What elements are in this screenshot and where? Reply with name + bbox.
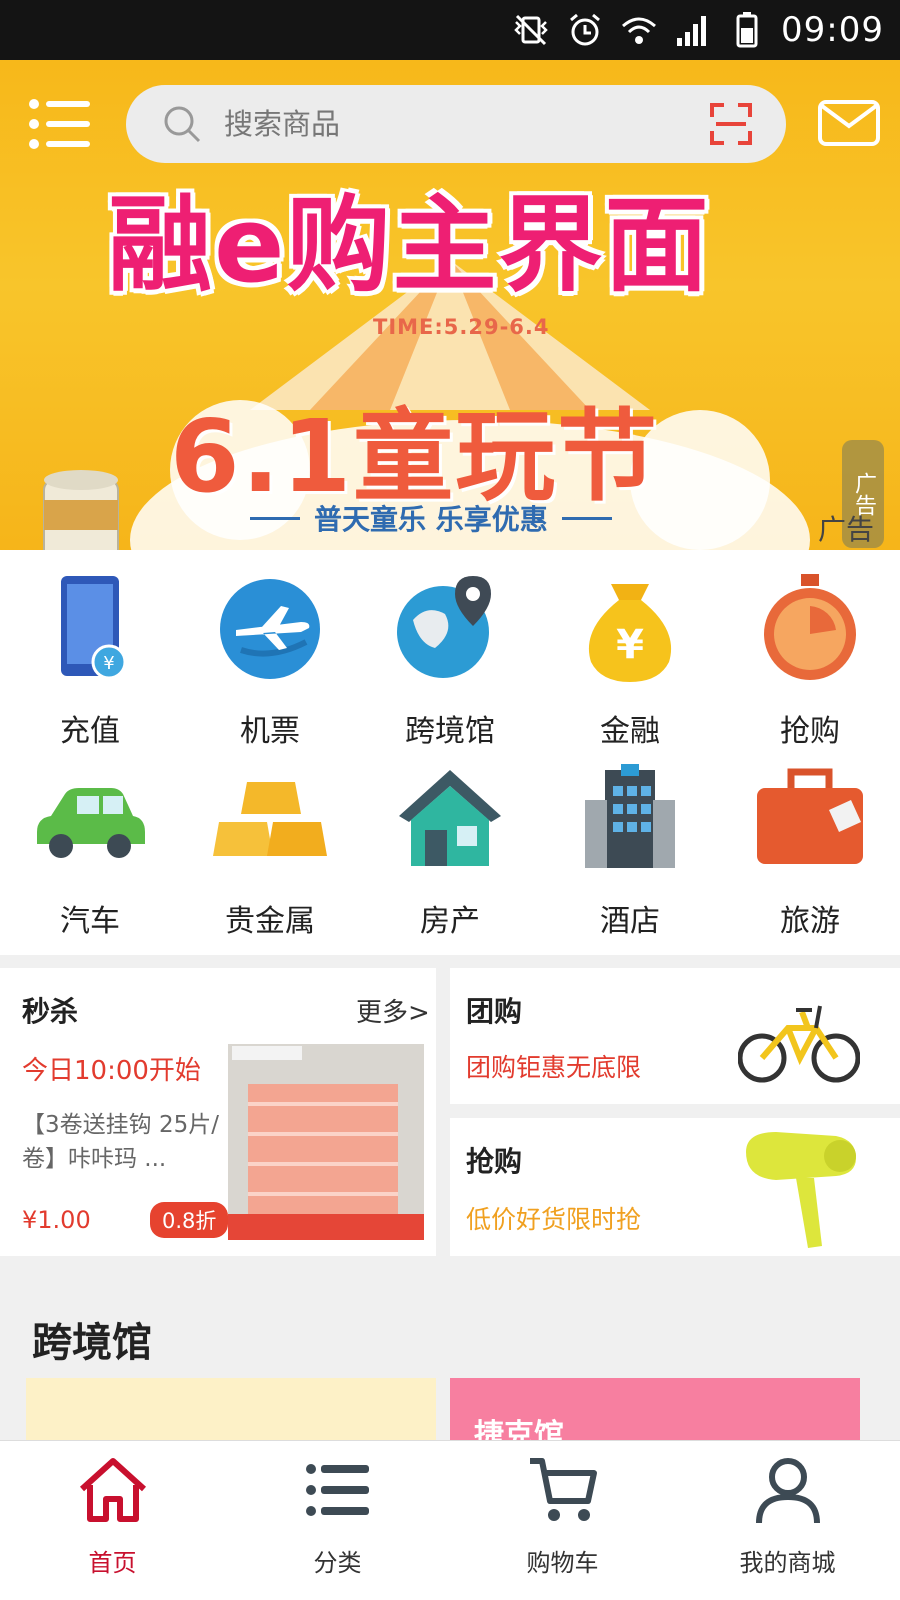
category-grid: ¥ 充值 机票 跨境馆 ¥ 金融 抢购 汽车 贵金属 房产 酒店 旅游 xyxy=(0,550,900,955)
ad-tag-label: 广告 xyxy=(818,513,875,546)
suitcase-icon xyxy=(757,768,863,864)
group-buy-subtitle: 团购钜惠无底限 xyxy=(466,1053,642,1082)
nav-label: 我的商城 xyxy=(739,1549,836,1577)
category-label: 旅游 xyxy=(780,904,840,939)
promo-banner[interactable]: 融e购主界面 TIME:5.29-6.4 6.1童玩节 普天童乐 乐享优惠 广告… xyxy=(0,60,900,560)
category-hotel[interactable]: 酒店 xyxy=(540,760,720,950)
category-travel[interactable]: 旅游 xyxy=(720,760,900,950)
search-icon xyxy=(164,106,201,143)
bottom-nav: 首页 分类 购物车 我的商城 xyxy=(0,1440,900,1600)
status-bar: 09:09 xyxy=(0,0,900,60)
promo-subtitle: 普天童乐 乐享优惠 xyxy=(250,498,612,538)
car-icon xyxy=(37,788,145,858)
globe-location-icon xyxy=(397,576,491,678)
category-label: 抢购 xyxy=(780,714,840,749)
search-input[interactable] xyxy=(224,107,664,141)
promo-time: TIME:5.29-6.4 xyxy=(373,315,550,339)
category-recharge[interactable]: ¥ 充值 xyxy=(0,570,180,760)
rush-buy-title: 抢购 xyxy=(466,1145,523,1178)
category-flight[interactable]: 机票 xyxy=(180,570,360,760)
category-finance[interactable]: ¥ 金融 xyxy=(540,570,720,760)
user-icon xyxy=(755,1458,820,1524)
rush-buy-card[interactable]: 抢购 低价好货限时抢 xyxy=(450,1118,900,1256)
stopwatch-icon xyxy=(764,574,856,680)
search-bar[interactable] xyxy=(126,85,786,163)
nav-my-mall[interactable]: 我的商城 xyxy=(675,1441,900,1600)
home-icon xyxy=(79,1458,146,1522)
wifi-icon xyxy=(622,17,657,44)
category-cross-border[interactable]: 跨境馆 xyxy=(360,570,540,760)
svg-text:¥: ¥ xyxy=(103,653,114,674)
promo-subtitle-text: 普天童乐 乐享优惠 xyxy=(314,503,548,536)
nav-label: 分类 xyxy=(313,1549,362,1577)
alarm-icon xyxy=(570,13,600,46)
rush-buy-subtitle: 低价好货限时抢 xyxy=(466,1205,642,1234)
nav-home[interactable]: 首页 xyxy=(0,1441,225,1600)
category-label: 汽车 xyxy=(60,904,120,939)
house-icon xyxy=(399,770,501,866)
divider xyxy=(561,516,612,520)
discount-badge: 0.8折 xyxy=(150,1202,229,1238)
group-buy-title: 团购 xyxy=(466,995,523,1028)
category-label: 贵金属 xyxy=(225,904,315,939)
nav-cart[interactable]: 购物车 xyxy=(450,1441,675,1600)
flash-sale-start-time: 今日10:00开始 xyxy=(22,1056,201,1086)
category-real-estate[interactable]: 房产 xyxy=(360,760,540,950)
flash-sale-title: 秒杀 xyxy=(22,995,79,1028)
category-rush[interactable]: 抢购 xyxy=(720,570,900,760)
product-description: 【3卷送挂钩 25片/卷】咔咔玛 ... xyxy=(22,1112,219,1172)
flash-sale-card[interactable]: 秒杀 更多> 今日10:00开始 【3卷送挂钩 25片/卷】咔咔玛 ... ¥1… xyxy=(0,968,436,1256)
app-root: 09:09 搜索商品 融e购主界面 TIME:5.29-6.4 6.1童玩节 普… xyxy=(0,0,900,1600)
hotel-icon xyxy=(585,764,675,868)
message-icon[interactable] xyxy=(818,100,880,146)
divider xyxy=(250,516,300,520)
product-price: ¥1.00 xyxy=(22,1206,91,1234)
nav-label: 首页 xyxy=(88,1549,137,1577)
list-icon xyxy=(305,1464,369,1516)
scan-icon[interactable] xyxy=(710,103,752,145)
group-buy-card[interactable]: 团购 团购钜惠无底限 xyxy=(450,968,900,1104)
hair-dryer-image xyxy=(746,1132,856,1248)
money-bag-icon: ¥ xyxy=(588,584,672,682)
bicycle-image xyxy=(738,1005,860,1083)
phone-recharge-icon: ¥ xyxy=(61,576,127,680)
nav-label: 购物车 xyxy=(526,1549,599,1577)
nav-category[interactable]: 分类 xyxy=(225,1441,450,1600)
cross-border-title: 跨境馆 xyxy=(32,1320,152,1366)
category-label: 酒店 xyxy=(600,904,660,939)
category-label: 跨境馆 xyxy=(405,714,495,749)
category-label: 金融 xyxy=(600,714,660,749)
overlay-title: 融e购主界面 xyxy=(108,184,711,306)
status-time: 09:09 xyxy=(781,10,884,50)
signal-icon xyxy=(677,16,707,46)
cart-icon xyxy=(529,1458,597,1521)
svg-text:¥: ¥ xyxy=(616,622,644,668)
gold-bars-icon xyxy=(213,782,327,856)
deals-section: 秒杀 更多> 今日10:00开始 【3卷送挂钩 25片/卷】咔咔玛 ... ¥1… xyxy=(0,968,900,1258)
more-link[interactable]: 更多> xyxy=(356,992,430,1029)
battery-icon xyxy=(736,12,758,48)
menu-icon[interactable] xyxy=(28,98,90,150)
airplane-icon xyxy=(220,579,320,679)
category-car[interactable]: 汽车 xyxy=(0,760,180,950)
category-label: 机票 xyxy=(240,714,300,749)
product-image[interactable] xyxy=(228,1044,424,1240)
category-label: 充值 xyxy=(60,714,120,749)
category-precious-metals[interactable]: 贵金属 xyxy=(180,760,360,950)
milk-can-image xyxy=(43,470,119,560)
vibrate-mute-icon xyxy=(514,14,548,46)
category-label: 房产 xyxy=(420,904,480,939)
